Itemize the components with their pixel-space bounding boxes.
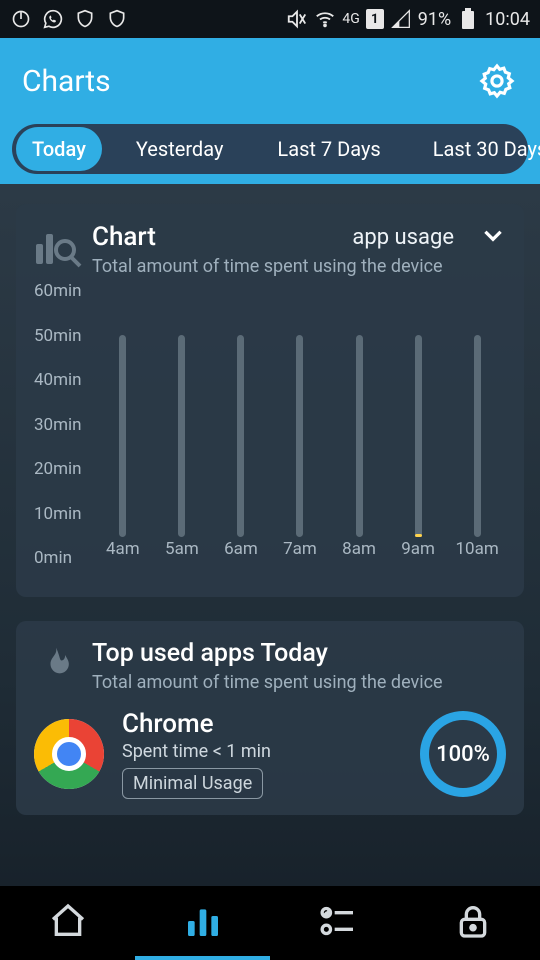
chart-card-title: Chart <box>92 222 352 252</box>
tab-today[interactable]: Today <box>16 127 102 171</box>
flame-icon <box>34 644 92 688</box>
page-title: Charts <box>22 64 111 99</box>
status-right: 4G 1 91% 10:04 <box>286 8 530 30</box>
chrome-icon <box>34 719 104 789</box>
x-tick: 10am <box>455 539 498 559</box>
chevron-down-icon[interactable] <box>480 222 506 252</box>
chart-y-axis: 60min 50min 40min 30min 20min 10min 0min <box>34 291 94 581</box>
checklist-icon <box>318 901 358 941</box>
chart-card-header: Chart app usage Total amount of time spe… <box>34 222 506 277</box>
y-tick: 60min <box>34 281 82 301</box>
bar-col: 5am <box>153 291 211 559</box>
nav-charts[interactable] <box>135 886 270 960</box>
nav-home[interactable] <box>0 886 135 960</box>
battery-icon <box>457 8 479 30</box>
status-left <box>10 8 128 30</box>
y-tick: 30min <box>34 415 82 435</box>
app-name: Chrome <box>122 709 420 739</box>
chart-card: Chart app usage Total amount of time spe… <box>16 204 524 597</box>
chart-search-icon <box>34 230 92 270</box>
y-tick: 10min <box>34 504 82 524</box>
y-tick: 0min <box>34 548 72 568</box>
chart-metric-dropdown[interactable]: app usage <box>352 225 454 250</box>
app-row[interactable]: Chrome Spent time < 1 min Minimal Usage … <box>34 709 506 799</box>
nav-lock[interactable] <box>405 886 540 960</box>
battery-pct: 91% <box>418 9 451 30</box>
x-tick: 4am <box>106 539 140 559</box>
app-spent-time: Spent time < 1 min <box>122 741 420 762</box>
network-type: 4G <box>342 11 359 27</box>
tab-last-30-days[interactable]: Last 30 Days <box>417 127 540 171</box>
bar-col: 8am <box>330 291 388 559</box>
top-apps-title: Top used apps Today <box>92 639 506 668</box>
whatsapp-icon <box>42 8 64 30</box>
shield-icon <box>106 8 128 30</box>
shield-icon <box>74 8 96 30</box>
lock-icon <box>453 901 493 941</box>
bar-chart-icon <box>183 901 223 941</box>
x-tick: 6am <box>224 539 258 559</box>
status-bar: 4G 1 91% 10:04 <box>0 0 540 38</box>
bar-col: 6am <box>212 291 270 559</box>
x-tick: 5am <box>165 539 199 559</box>
top-apps-subtitle: Total amount of time spent using the dev… <box>92 672 506 693</box>
home-icon <box>48 901 88 941</box>
x-tick: 7am <box>283 539 317 559</box>
app-usage-badge: Minimal Usage <box>122 768 263 799</box>
top-apps-card: Top used apps Today Total amount of time… <box>16 621 524 815</box>
signal-icon <box>390 8 412 30</box>
content-area: Chart app usage Total amount of time spe… <box>0 184 540 886</box>
app-header: Charts <box>0 38 540 124</box>
clock: 10:04 <box>485 9 530 30</box>
bar-col: 7am <box>271 291 329 559</box>
y-tick: 20min <box>34 459 82 479</box>
app-percent: 100% <box>436 742 490 767</box>
period-tabs: Today Yesterday Last 7 Days Last 30 Days <box>0 124 540 184</box>
power-icon <box>10 8 32 30</box>
mute-icon <box>286 8 308 30</box>
tabs-pill: Today Yesterday Last 7 Days Last 30 Days <box>12 124 528 174</box>
bar-col: 10am <box>448 291 506 559</box>
chart-card-subtitle: Total amount of time spent using the dev… <box>92 256 506 277</box>
y-tick: 50min <box>34 326 82 346</box>
wifi-icon <box>314 8 336 30</box>
x-tick: 9am <box>401 539 435 559</box>
bar-col: 9am <box>389 291 447 559</box>
bottom-nav <box>0 886 540 960</box>
sim-icon: 1 <box>366 9 384 29</box>
app-percent-ring: 100% <box>420 711 506 797</box>
settings-button[interactable] <box>476 60 518 102</box>
tab-last-7-days[interactable]: Last 7 Days <box>261 127 396 171</box>
chart-plot: 60min 50min 40min 30min 20min 10min 0min… <box>34 291 506 581</box>
tab-yesterday[interactable]: Yesterday <box>120 127 240 171</box>
y-tick: 40min <box>34 370 82 390</box>
x-tick: 8am <box>342 539 376 559</box>
gear-icon <box>478 62 516 100</box>
bar-col: 4am <box>94 291 152 559</box>
nav-tasks[interactable] <box>270 886 405 960</box>
